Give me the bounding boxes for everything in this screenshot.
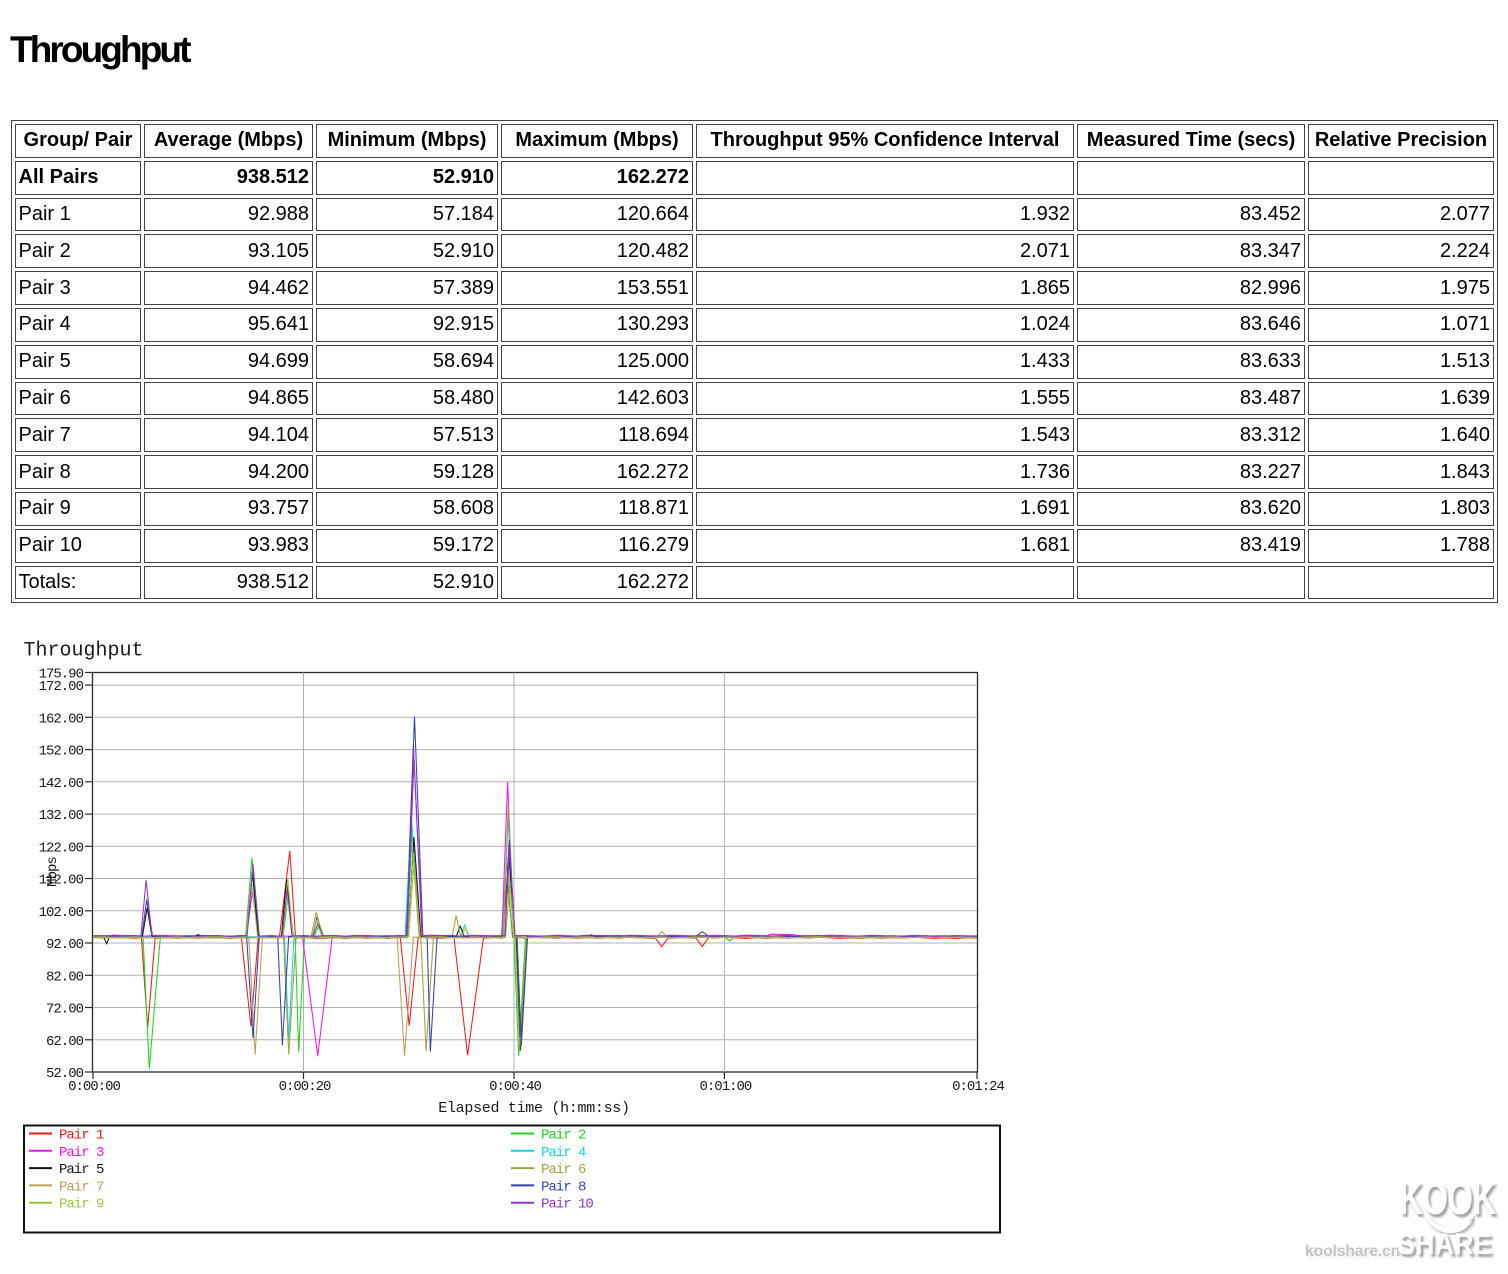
- svg-text:0:00:40: 0:00:40: [489, 1079, 541, 1095]
- svg-text:142.00: 142.00: [39, 776, 84, 792]
- svg-text:Pair 7: Pair 7: [59, 1179, 104, 1195]
- svg-text:Pair 1: Pair 1: [59, 1128, 104, 1144]
- svg-text:Pair 3: Pair 3: [59, 1145, 104, 1161]
- svg-text:Pair 2: Pair 2: [541, 1128, 586, 1144]
- svg-text:82.00: 82.00: [46, 969, 84, 985]
- svg-text:162.00: 162.00: [39, 711, 84, 727]
- svg-text:152.00: 152.00: [39, 744, 84, 760]
- svg-text:Elapsed time (h:mm:ss): Elapsed time (h:mm:ss): [438, 1100, 629, 1117]
- svg-text:Pair 9: Pair 9: [59, 1197, 104, 1213]
- svg-text:132.00: 132.00: [39, 808, 84, 824]
- svg-text:0:01:00: 0:01:00: [699, 1079, 751, 1095]
- svg-text:Pair 5: Pair 5: [59, 1162, 104, 1178]
- svg-text:Pair 8: Pair 8: [541, 1179, 586, 1195]
- svg-text:Pair 4: Pair 4: [541, 1145, 586, 1161]
- svg-text:122.00: 122.00: [39, 840, 84, 856]
- svg-text:172.00: 172.00: [39, 679, 84, 695]
- svg-text:Mbps: Mbps: [45, 857, 61, 887]
- svg-text:Pair 6: Pair 6: [541, 1162, 586, 1178]
- svg-text:102.00: 102.00: [39, 905, 84, 921]
- svg-text:0:00:20: 0:00:20: [279, 1079, 331, 1095]
- svg-text:0:00:00: 0:00:00: [68, 1079, 120, 1095]
- svg-text:Throughput: Throughput: [24, 640, 144, 663]
- svg-text:72.00: 72.00: [46, 1002, 84, 1018]
- svg-text:Pair 10: Pair 10: [541, 1197, 593, 1213]
- svg-text:0:01:24: 0:01:24: [952, 1079, 1004, 1095]
- svg-text:62.00: 62.00: [46, 1034, 84, 1050]
- svg-text:92.00: 92.00: [46, 937, 84, 953]
